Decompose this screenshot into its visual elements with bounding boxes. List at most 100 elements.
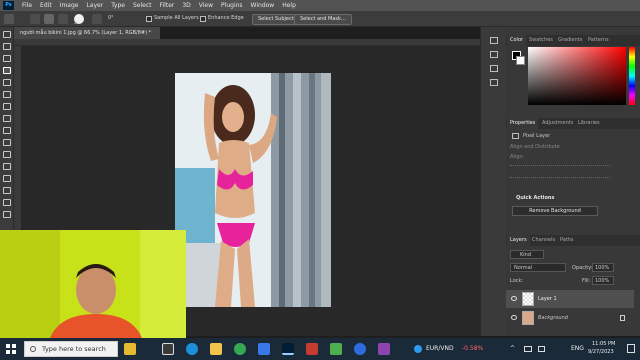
- brush-settings-icon[interactable]: [92, 14, 102, 24]
- menu-file[interactable]: File: [18, 2, 36, 9]
- visibility-eye-icon[interactable]: [511, 296, 517, 301]
- quick-selection-tool-icon[interactable]: [3, 67, 11, 74]
- menu-layer[interactable]: Layer: [82, 2, 107, 9]
- angle-value[interactable]: 0°: [108, 15, 114, 21]
- tab-swatches[interactable]: Swatches: [529, 35, 553, 46]
- tab-channels[interactable]: Channels: [532, 235, 555, 246]
- fill-field[interactable]: 100%: [592, 276, 614, 285]
- search-placeholder: Type here to search: [42, 345, 106, 353]
- layer-name[interactable]: Background: [538, 315, 568, 321]
- eyedropper-tool-icon[interactable]: [3, 103, 11, 110]
- menu-3d[interactable]: 3D: [178, 2, 194, 9]
- pen-tool-icon[interactable]: [3, 211, 11, 218]
- move-tool-icon[interactable]: [3, 31, 11, 38]
- layer-name[interactable]: Layer 1: [538, 296, 557, 302]
- panel-icons-column: [480, 27, 506, 336]
- tray-chevron-icon[interactable]: ^: [510, 345, 515, 352]
- app-icon[interactable]: [258, 343, 270, 355]
- tab-layers[interactable]: Layers: [507, 235, 530, 246]
- edge-browser-icon[interactable]: [186, 343, 198, 355]
- layer-kind-filter[interactable]: Kind: [510, 250, 544, 259]
- document-image[interactable]: [175, 73, 331, 307]
- network-icon[interactable]: [524, 346, 532, 352]
- menu-window[interactable]: Window: [247, 2, 279, 9]
- menu-image[interactable]: Image: [56, 2, 83, 9]
- language-indicator[interactable]: ENG: [571, 345, 584, 352]
- menu-select[interactable]: Select: [129, 2, 156, 9]
- menu-help[interactable]: Help: [278, 2, 300, 9]
- blur-tool-icon[interactable]: [3, 187, 11, 194]
- menu-bar: Ps File Edit Image Layer Type Select Fil…: [0, 0, 640, 11]
- gradient-tool-icon[interactable]: [3, 175, 11, 182]
- visibility-eye-icon[interactable]: [511, 315, 517, 320]
- windows-start-icon[interactable]: [6, 344, 16, 354]
- lock-label: Lock:: [510, 278, 524, 284]
- eraser-tool-icon[interactable]: [3, 163, 11, 170]
- layer-thumbnail: [522, 311, 534, 325]
- history-panel-icon[interactable]: [490, 37, 498, 44]
- menu-edit[interactable]: Edit: [36, 2, 56, 9]
- webcam-feed-image: [0, 230, 186, 338]
- tab-paths[interactable]: Paths: [560, 235, 574, 246]
- quick-selection-tool-icon[interactable]: [4, 14, 14, 24]
- layer-row-background[interactable]: Background: [506, 309, 634, 327]
- taskbar-search-box[interactable]: Type here to search: [24, 341, 118, 357]
- quick-actions-header[interactable]: Quick Actions: [516, 195, 554, 201]
- options-bar: 30 0° Sample All Layers Enhance Edge Sel…: [0, 11, 640, 27]
- clock-time[interactable]: 11:05 PM: [592, 341, 615, 347]
- app-icon[interactable]: [378, 343, 390, 355]
- tab-properties[interactable]: Properties: [507, 118, 539, 129]
- remove-background-button[interactable]: Remove Background: [512, 206, 598, 216]
- properties-panel-icon[interactable]: [490, 51, 498, 58]
- frame-tool-icon[interactable]: [3, 91, 11, 98]
- align-buttons-row[interactable]: [510, 165, 610, 172]
- menu-filter[interactable]: Filter: [156, 2, 179, 9]
- enhance-edge-checkbox[interactable]: [200, 16, 206, 22]
- tab-gradients[interactable]: Gradients: [558, 35, 582, 46]
- tab-patterns[interactable]: Patterns: [588, 35, 609, 46]
- color-picker-field[interactable]: [528, 47, 626, 105]
- add-to-selection-icon[interactable]: [44, 14, 54, 24]
- file-explorer-icon[interactable]: [210, 343, 222, 355]
- menu-plugins[interactable]: Plugins: [217, 2, 247, 9]
- volume-icon[interactable]: [538, 346, 545, 352]
- hue-slider[interactable]: [629, 47, 635, 105]
- notification-icon[interactable]: [627, 344, 635, 353]
- brush-settings-panel-icon[interactable]: [490, 65, 498, 72]
- menu-view[interactable]: View: [195, 2, 217, 9]
- history-brush-icon[interactable]: [3, 151, 11, 158]
- tab-libraries[interactable]: Libraries: [578, 118, 600, 129]
- ticker-symbol[interactable]: EUR/VND: [426, 345, 454, 352]
- document-tab[interactable]: người mẫu bikini 1.jpg @ 66.7% (Layer 1,…: [14, 27, 160, 39]
- clone-stamp-icon[interactable]: [3, 139, 11, 146]
- dodge-tool-icon[interactable]: [3, 199, 11, 206]
- widget-icon[interactable]: [124, 343, 136, 355]
- document-title: người mẫu bikini 1.jpg @ 66.7% (Layer 1,…: [20, 30, 152, 36]
- layer-row-layer1[interactable]: Layer 1: [506, 290, 634, 308]
- app-icon[interactable]: [354, 343, 366, 355]
- lasso-tool-icon[interactable]: [3, 55, 11, 62]
- select-subject-button[interactable]: Select Subject: [252, 14, 300, 25]
- blend-mode-select[interactable]: Normal: [510, 263, 566, 272]
- paragraph-panel-icon[interactable]: [490, 79, 498, 86]
- tab-color[interactable]: Color: [507, 35, 527, 46]
- tab-adjustments[interactable]: Adjustments: [542, 118, 573, 129]
- healing-brush-icon[interactable]: [3, 115, 11, 122]
- chrome-icon[interactable]: [234, 343, 246, 355]
- photoshop-taskbar-icon[interactable]: [282, 343, 294, 355]
- app-icon[interactable]: [306, 343, 318, 355]
- clock-date[interactable]: 9/27/2023: [588, 349, 614, 355]
- app-icon[interactable]: [330, 343, 342, 355]
- marquee-tool-icon[interactable]: [3, 43, 11, 50]
- opacity-field[interactable]: 100%: [592, 263, 614, 272]
- sample-all-layers-checkbox[interactable]: [146, 16, 152, 22]
- subtract-from-selection-icon[interactable]: [58, 14, 68, 24]
- brush-tool-icon[interactable]: [3, 127, 11, 134]
- crop-tool-icon[interactable]: [3, 79, 11, 86]
- task-view-icon[interactable]: [162, 343, 174, 355]
- menu-type[interactable]: Type: [107, 2, 129, 9]
- select-and-mask-button[interactable]: Select and Mask...: [294, 14, 352, 25]
- background-color-swatch[interactable]: [516, 56, 525, 65]
- distribute-buttons-row[interactable]: [510, 177, 610, 184]
- new-selection-icon[interactable]: [30, 14, 40, 24]
